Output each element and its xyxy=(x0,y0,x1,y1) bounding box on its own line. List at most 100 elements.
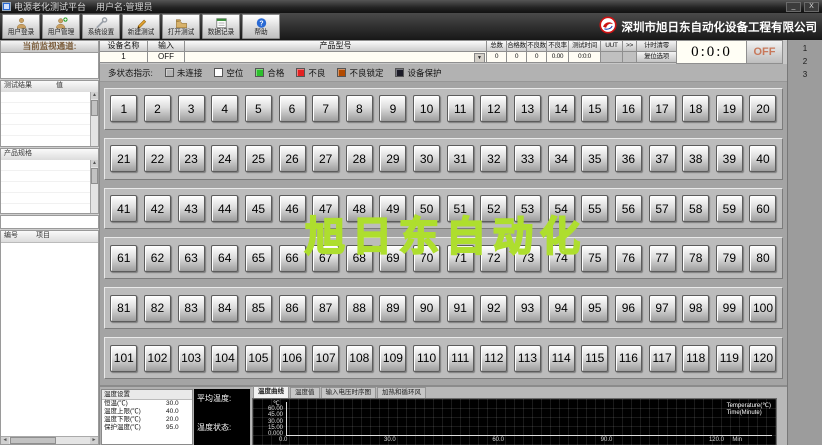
channel-button-28[interactable]: 28 xyxy=(345,145,373,173)
channel-button-104[interactable]: 104 xyxy=(211,344,239,372)
channel-button-33[interactable]: 33 xyxy=(514,145,541,173)
channel-button-90[interactable]: 90 xyxy=(413,294,441,322)
product-spec-scrollbar[interactable]: ▲ ▼ xyxy=(90,160,98,213)
channel-button-101[interactable]: 101 xyxy=(110,344,138,372)
channel-button-94[interactable]: 94 xyxy=(547,294,575,322)
channel-button-43[interactable]: 43 xyxy=(177,195,205,223)
channel-button-108[interactable]: 108 xyxy=(345,344,373,372)
channel-button-100[interactable]: 100 xyxy=(749,294,777,322)
chart-tab-2[interactable]: 输入电压时序图 xyxy=(320,387,376,398)
channel-button-54[interactable]: 54 xyxy=(547,195,575,223)
channel-button-34[interactable]: 34 xyxy=(547,145,575,173)
channel-button-102[interactable]: 102 xyxy=(143,344,171,372)
channel-button-82[interactable]: 82 xyxy=(143,294,171,322)
channel-button-113[interactable]: 113 xyxy=(514,344,541,372)
channel-button-2[interactable]: 2 xyxy=(143,95,171,123)
toolbar-button-help[interactable]: ? 帮助 xyxy=(242,14,280,39)
toolbar-button-open-test[interactable]: 打开测试 xyxy=(162,14,200,39)
page-tab-1[interactable]: 1 xyxy=(788,42,822,55)
chart-tab-1[interactable]: 温度值 xyxy=(290,387,320,398)
channel-button-106[interactable]: 106 xyxy=(278,344,306,372)
scroll-up-icon[interactable]: ▲ xyxy=(91,92,98,99)
channel-button-66[interactable]: 66 xyxy=(278,244,306,272)
channel-button-40[interactable]: 40 xyxy=(749,145,777,173)
channel-button-27[interactable]: 27 xyxy=(312,145,340,173)
channel-button-44[interactable]: 44 xyxy=(211,195,239,223)
channel-button-61[interactable]: 61 xyxy=(110,244,138,272)
channel-button-49[interactable]: 49 xyxy=(379,195,407,223)
channel-button-117[interactable]: 117 xyxy=(648,344,676,372)
channel-button-13[interactable]: 13 xyxy=(514,95,541,123)
channel-button-5[interactable]: 5 xyxy=(244,95,272,123)
reset-option-button[interactable]: 复位选项 xyxy=(636,51,677,63)
channel-button-48[interactable]: 48 xyxy=(345,195,373,223)
channel-button-21[interactable]: 21 xyxy=(110,145,138,173)
channel-button-83[interactable]: 83 xyxy=(177,294,205,322)
chevron-down-icon[interactable]: ▼ xyxy=(474,53,485,62)
channel-button-95[interactable]: 95 xyxy=(581,294,609,322)
toolbar-button-user-manage[interactable]: 用户管理 xyxy=(42,14,80,39)
channel-button-88[interactable]: 88 xyxy=(345,294,373,322)
channel-button-55[interactable]: 55 xyxy=(581,195,609,223)
channel-button-97[interactable]: 97 xyxy=(648,294,676,322)
scroll-up-icon[interactable]: ▲ xyxy=(91,160,98,167)
channel-button-109[interactable]: 109 xyxy=(379,344,407,372)
channel-button-68[interactable]: 68 xyxy=(345,244,373,272)
minimize-button[interactable]: _ xyxy=(786,1,801,12)
channel-button-93[interactable]: 93 xyxy=(514,294,541,322)
channel-button-103[interactable]: 103 xyxy=(177,344,205,372)
channel-button-115[interactable]: 115 xyxy=(581,344,609,372)
channel-button-114[interactable]: 114 xyxy=(547,344,575,372)
channel-button-84[interactable]: 84 xyxy=(211,294,239,322)
channel-button-51[interactable]: 51 xyxy=(446,195,474,223)
channel-button-74[interactable]: 74 xyxy=(547,244,575,272)
channel-button-7[interactable]: 7 xyxy=(312,95,340,123)
channel-button-11[interactable]: 11 xyxy=(446,95,474,123)
chart-tab-3[interactable]: 加热和循环风 xyxy=(377,387,426,398)
channel-button-8[interactable]: 8 xyxy=(345,95,373,123)
channel-button-89[interactable]: 89 xyxy=(379,294,407,322)
channel-button-32[interactable]: 32 xyxy=(480,145,508,173)
test-results-scrollbar[interactable]: ▲ ▼ xyxy=(90,92,98,146)
channel-button-69[interactable]: 69 xyxy=(379,244,407,272)
channel-button-3[interactable]: 3 xyxy=(177,95,205,123)
channel-button-87[interactable]: 87 xyxy=(312,294,340,322)
channel-button-77[interactable]: 77 xyxy=(648,244,676,272)
channel-button-52[interactable]: 52 xyxy=(480,195,508,223)
channel-button-111[interactable]: 111 xyxy=(446,344,474,372)
channel-button-118[interactable]: 118 xyxy=(682,344,710,372)
channel-button-29[interactable]: 29 xyxy=(379,145,407,173)
channel-button-41[interactable]: 41 xyxy=(110,195,138,223)
channel-button-58[interactable]: 58 xyxy=(682,195,710,223)
channel-button-16[interactable]: 16 xyxy=(614,95,642,123)
channel-button-71[interactable]: 71 xyxy=(446,244,474,272)
power-toggle-button[interactable]: OFF xyxy=(746,40,783,64)
channel-button-76[interactable]: 76 xyxy=(614,244,642,272)
channel-button-31[interactable]: 31 xyxy=(446,145,474,173)
channel-button-80[interactable]: 80 xyxy=(749,244,777,272)
channel-button-64[interactable]: 64 xyxy=(211,244,239,272)
channel-button-37[interactable]: 37 xyxy=(648,145,676,173)
channel-button-36[interactable]: 36 xyxy=(614,145,642,173)
channel-button-26[interactable]: 26 xyxy=(278,145,306,173)
channel-button-1[interactable]: 1 xyxy=(110,95,138,123)
channel-button-57[interactable]: 57 xyxy=(648,195,676,223)
channel-button-72[interactable]: 72 xyxy=(480,244,508,272)
channel-button-59[interactable]: 59 xyxy=(715,195,743,223)
channel-button-47[interactable]: 47 xyxy=(312,195,340,223)
channel-button-35[interactable]: 35 xyxy=(581,145,609,173)
channel-button-79[interactable]: 79 xyxy=(715,244,743,272)
channel-button-22[interactable]: 22 xyxy=(143,145,171,173)
scroll-left-icon[interactable]: ◄ xyxy=(1,437,9,444)
channel-button-20[interactable]: 20 xyxy=(749,95,777,123)
channel-button-92[interactable]: 92 xyxy=(480,294,508,322)
toolbar-button-system-settings[interactable]: 系统设置 xyxy=(82,14,120,39)
toolbar-button-new-test[interactable]: 新建测试 xyxy=(122,14,160,39)
channel-button-45[interactable]: 45 xyxy=(244,195,272,223)
channel-button-50[interactable]: 50 xyxy=(413,195,441,223)
channel-button-19[interactable]: 19 xyxy=(715,95,743,123)
channel-button-96[interactable]: 96 xyxy=(614,294,642,322)
channel-button-39[interactable]: 39 xyxy=(715,145,743,173)
channel-button-56[interactable]: 56 xyxy=(614,195,642,223)
channel-button-46[interactable]: 46 xyxy=(278,195,306,223)
